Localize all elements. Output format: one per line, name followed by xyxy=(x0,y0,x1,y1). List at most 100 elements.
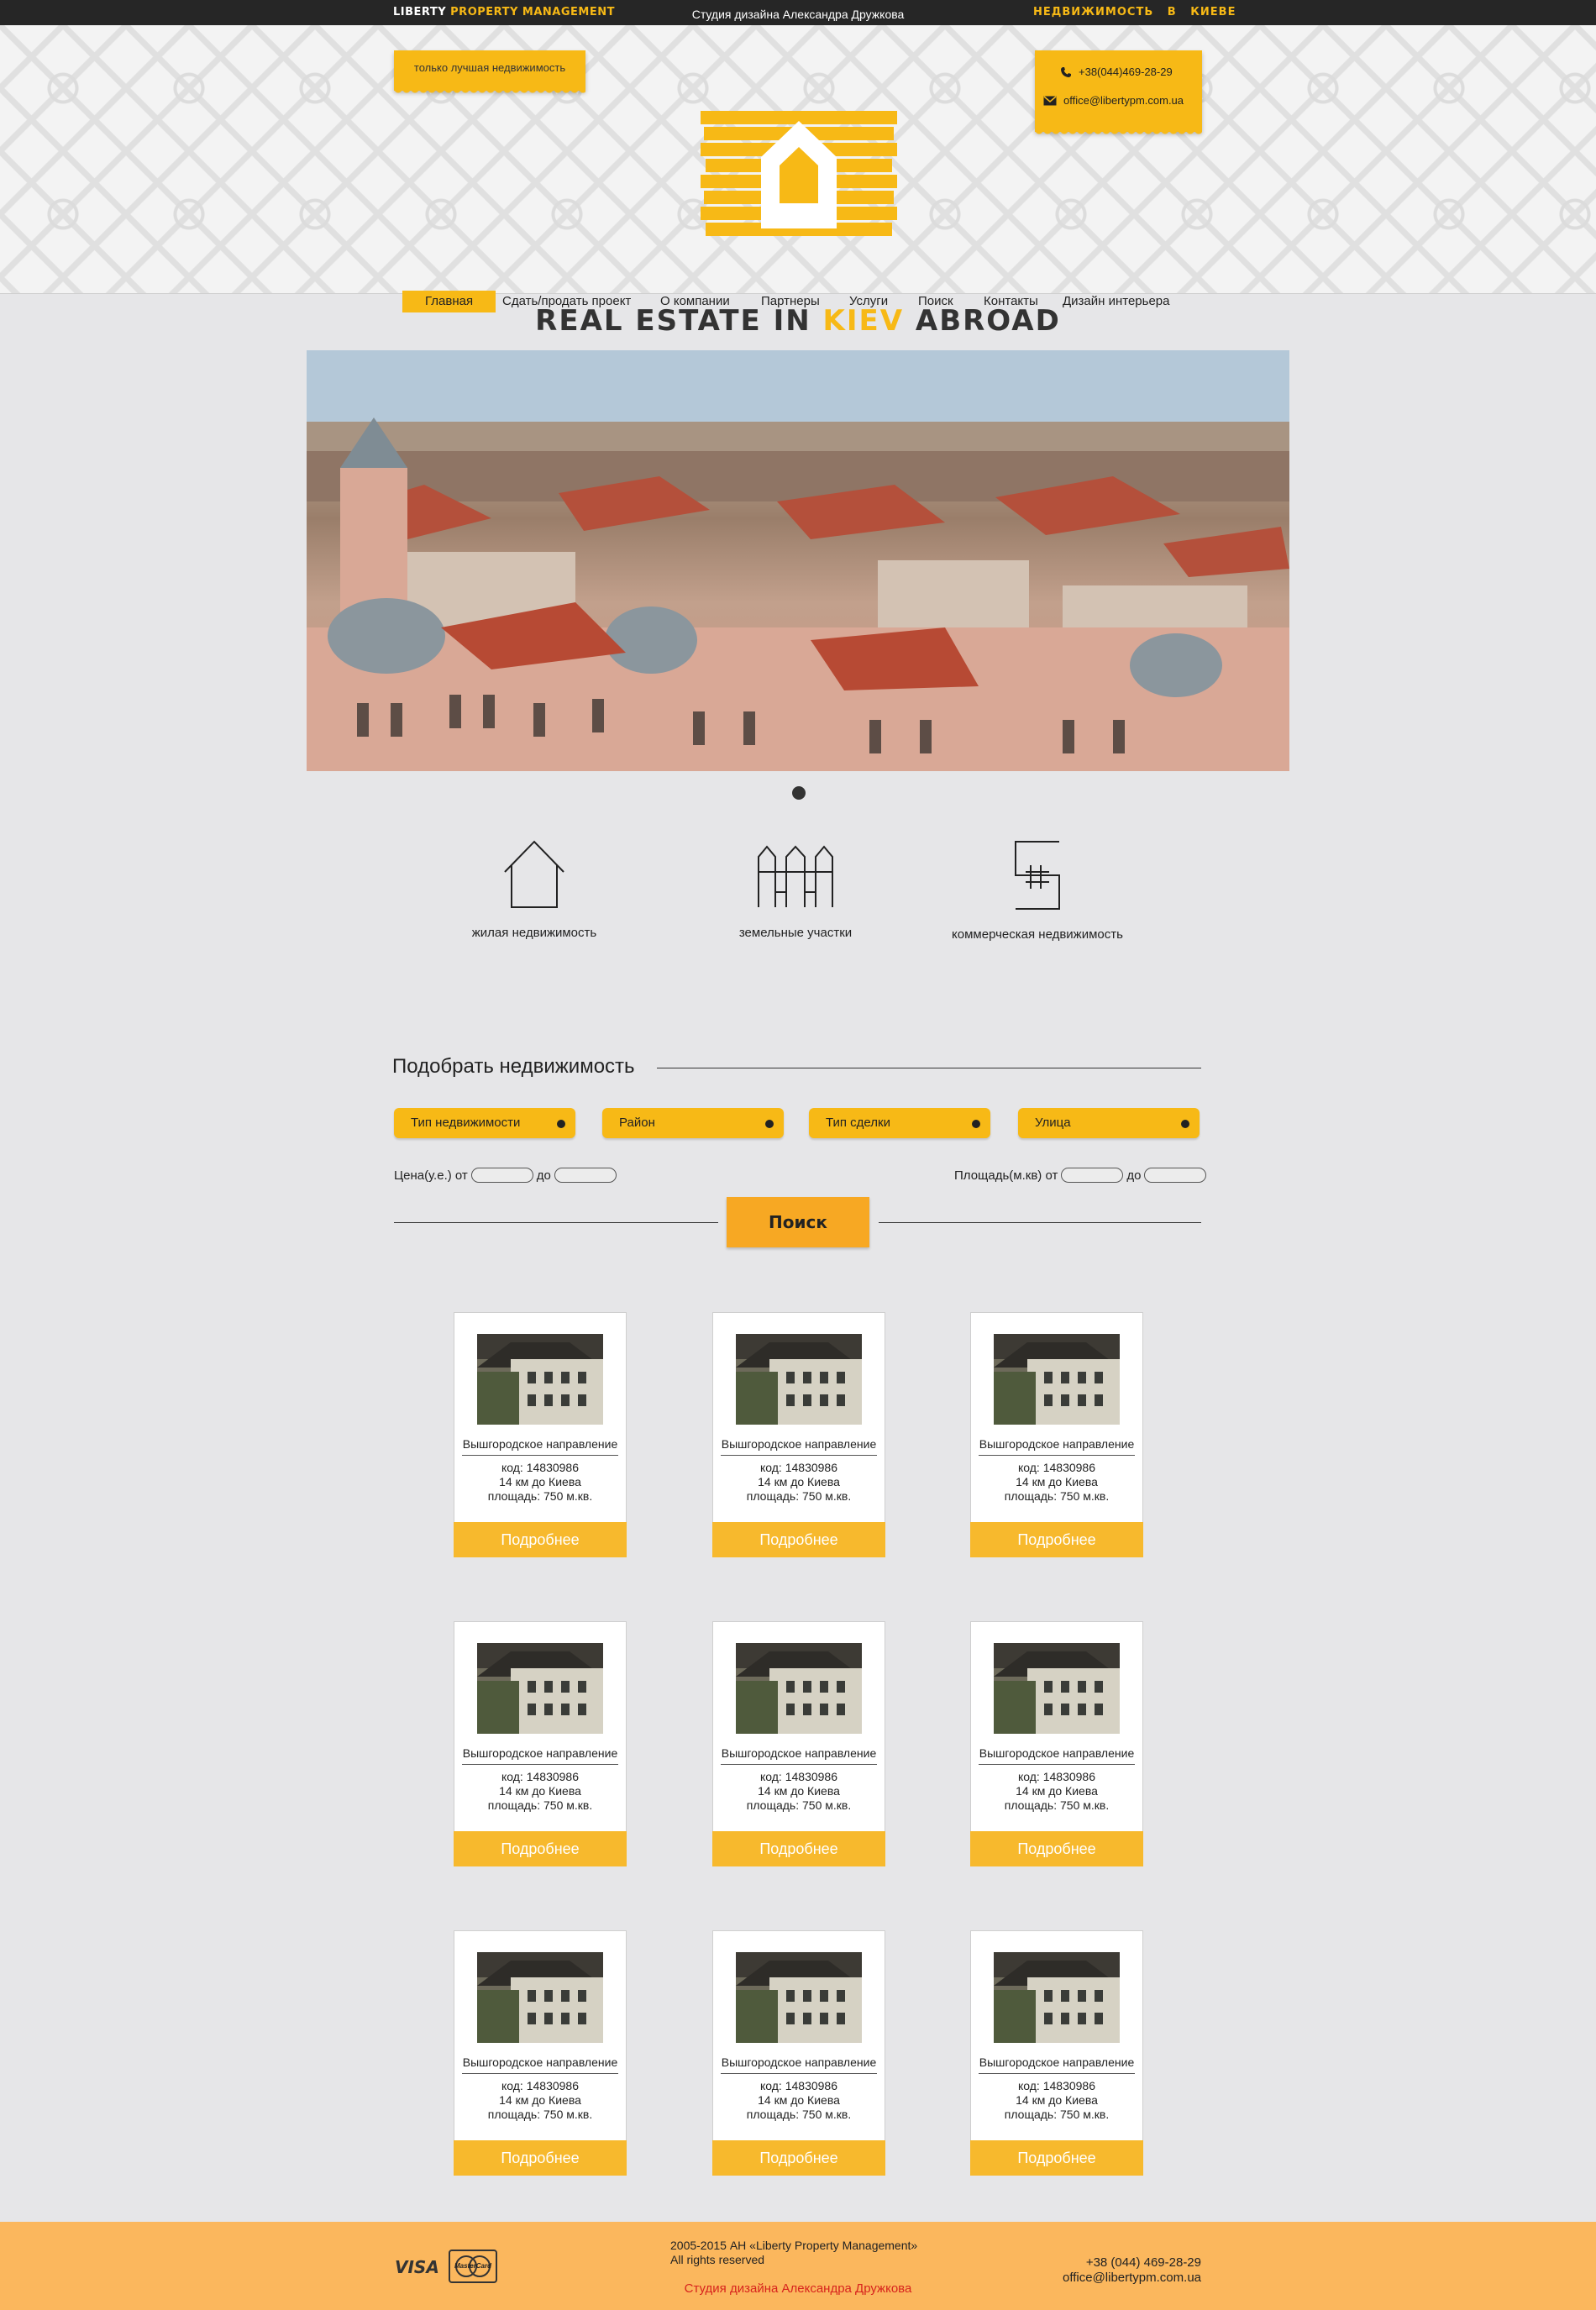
search-title: Подобрать недвижимость xyxy=(392,1055,635,1078)
city-photo xyxy=(307,350,1289,771)
listing-photo[interactable] xyxy=(477,1334,603,1425)
listing-title[interactable]: Вышгородское направление xyxy=(713,1746,885,1760)
listing-code: код: 14830986 xyxy=(760,2079,837,2092)
listing-title[interactable]: Вышгородское направление xyxy=(454,1746,626,1760)
divider xyxy=(394,1222,718,1223)
header: только лучшая недвижимость +38(044)469-2… xyxy=(0,25,1596,312)
dropdown-dot-icon xyxy=(765,1120,774,1128)
details-button[interactable]: Подробнее xyxy=(454,1831,627,1866)
listing-distance: 14 км до Киева xyxy=(499,2093,581,2107)
divider xyxy=(721,1455,877,1456)
listing-title[interactable]: Вышгородское направление xyxy=(713,1437,885,1451)
studio-credit-top[interactable]: Студия дизайна Александра Дружкова xyxy=(0,8,1596,21)
studio-credit-bottom[interactable]: Студия дизайна Александра Дружкова xyxy=(0,2281,1596,2296)
select-label: Тип недвижимости xyxy=(411,1116,521,1130)
listing-title[interactable]: Вышгородское направление xyxy=(713,2055,885,2069)
listing-photo[interactable] xyxy=(477,1643,603,1734)
listing-area: площадь: 750 м.кв. xyxy=(1004,1489,1110,1503)
listing-photo[interactable] xyxy=(994,1334,1120,1425)
listing-code: код: 14830986 xyxy=(1018,2079,1095,2092)
listing-card[interactable]: Вышгородское направление код: 14830986 14 … xyxy=(970,1312,1143,1557)
details-button[interactable]: Подробнее xyxy=(454,2140,627,2176)
phone-row[interactable]: +38(044)469-28-29 xyxy=(1060,66,1173,78)
details-button[interactable]: Подробнее xyxy=(712,1522,885,1557)
category-commercial[interactable]: коммерческая недвижимость xyxy=(928,840,1147,942)
listing-card[interactable]: Вышгородское направление код: 14830986 14 … xyxy=(712,1930,885,2176)
listing-photo[interactable] xyxy=(736,1334,862,1425)
search-button[interactable]: Поиск xyxy=(727,1197,869,1247)
details-button[interactable]: Подробнее xyxy=(454,1522,627,1557)
listing-area: площадь: 750 м.кв. xyxy=(1004,2108,1110,2121)
house-icon xyxy=(504,840,564,908)
listing-code: код: 14830986 xyxy=(501,1461,579,1474)
price-from-input[interactable] xyxy=(470,1168,533,1183)
divider xyxy=(721,1764,877,1765)
listing-photo[interactable] xyxy=(477,1952,603,2043)
listing-title[interactable]: Вышгородское направление xyxy=(454,1437,626,1451)
details-button[interactable]: Подробнее xyxy=(970,2140,1143,2176)
divider xyxy=(879,1222,1201,1223)
footer-email[interactable]: office@libertypm.com.ua xyxy=(1063,2271,1201,2286)
listing-card[interactable]: Вышгородское направление код: 14830986 14 … xyxy=(970,1621,1143,1866)
listing-title[interactable]: Вышгородское направление xyxy=(971,1437,1142,1451)
listing-photo[interactable] xyxy=(994,1643,1120,1734)
select-deal-type[interactable]: Тип сделки xyxy=(809,1108,990,1138)
area-to-input[interactable] xyxy=(1144,1168,1207,1183)
listing-card[interactable]: Вышгородское направление код: 14830986 14 … xyxy=(712,1312,885,1557)
email-row[interactable]: office@libertypm.com.ua xyxy=(1043,94,1184,107)
listing-photo[interactable] xyxy=(736,1643,862,1734)
listing-title[interactable]: Вышгородское направление xyxy=(454,2055,626,2069)
listing-card[interactable]: Вышгородское направление код: 14830986 14 … xyxy=(712,1621,885,1866)
category-label: коммерческая недвижимость xyxy=(952,927,1123,942)
category-land[interactable]: земельные участки xyxy=(686,840,905,940)
listing-title[interactable]: Вышгородское направление xyxy=(971,2055,1142,2069)
listing-photo[interactable] xyxy=(994,1952,1120,2043)
divider xyxy=(462,1764,618,1765)
hero-slider[interactable] xyxy=(307,350,1289,771)
listing-distance: 14 км до Киева xyxy=(758,2093,840,2107)
details-button[interactable]: Подробнее xyxy=(970,1831,1143,1866)
slider-dot[interactable] xyxy=(792,786,806,800)
listing-area: площадь: 750 м.кв. xyxy=(487,1489,593,1503)
to-label: до xyxy=(536,1168,551,1183)
footer-contacts: +38 (044) 469-28-29 office@libertypm.com… xyxy=(1063,2255,1201,2286)
select-property-type[interactable]: Тип недвижимости xyxy=(394,1108,575,1138)
listing-card[interactable]: Вышгородское направление код: 14830986 14 … xyxy=(454,1621,627,1866)
listing-title[interactable]: Вышгородское направление xyxy=(971,1746,1142,1760)
visa-logo: VISA xyxy=(395,2257,439,2277)
listing-distance: 14 км до Киева xyxy=(758,1475,840,1488)
details-button[interactable]: Подробнее xyxy=(970,1522,1143,1557)
price-label: Цена(у.е.) от xyxy=(394,1168,468,1183)
mail-icon xyxy=(1043,95,1057,105)
listing-card[interactable]: Вышгородское направление код: 14830986 14 … xyxy=(454,1930,627,2176)
copyright-line: 2005-2015 АН «Liberty Property Managemen… xyxy=(670,2239,918,2252)
dropdown-dot-icon xyxy=(557,1120,565,1128)
footer-phone[interactable]: +38 (044) 469-28-29 xyxy=(1063,2255,1201,2271)
price-to-input[interactable] xyxy=(554,1168,617,1183)
area-from-input[interactable] xyxy=(1061,1168,1124,1183)
phone-icon xyxy=(1061,66,1071,77)
details-button[interactable]: Подробнее xyxy=(712,1831,885,1866)
details-button[interactable]: Подробнее xyxy=(712,2140,885,2176)
listing-code: код: 14830986 xyxy=(760,1770,837,1783)
select-label: Улица xyxy=(1035,1116,1071,1130)
listing-area: площадь: 750 м.кв. xyxy=(746,1798,852,1812)
divider xyxy=(979,1455,1135,1456)
listing-card[interactable]: Вышгородское направление код: 14830986 14 … xyxy=(970,1930,1143,2176)
mastercard-logo: MasterCard xyxy=(449,2250,497,2283)
listing-distance: 14 км до Киева xyxy=(499,1475,581,1488)
select-district[interactable]: Район xyxy=(602,1108,784,1138)
footer: VISA MasterCard 2005-2015 АН «Liberty Pr… xyxy=(0,2222,1596,2310)
mastercard-text: MasterCard xyxy=(454,2262,491,2270)
listing-code: код: 14830986 xyxy=(760,1461,837,1474)
listing-card[interactable]: Вышгородское направление код: 14830986 14 … xyxy=(454,1312,627,1557)
site-logo[interactable] xyxy=(701,111,897,239)
select-street[interactable]: Улица xyxy=(1018,1108,1200,1138)
listing-area: площадь: 750 м.кв. xyxy=(1004,1798,1110,1812)
divider xyxy=(721,2073,877,2074)
category-residential[interactable]: жилая недвижимость xyxy=(425,840,643,940)
to-label: до xyxy=(1126,1168,1142,1183)
listing-distance: 14 км до Киева xyxy=(1016,1475,1098,1488)
listing-distance: 14 км до Киева xyxy=(1016,2093,1098,2107)
listing-photo[interactable] xyxy=(736,1952,862,2043)
